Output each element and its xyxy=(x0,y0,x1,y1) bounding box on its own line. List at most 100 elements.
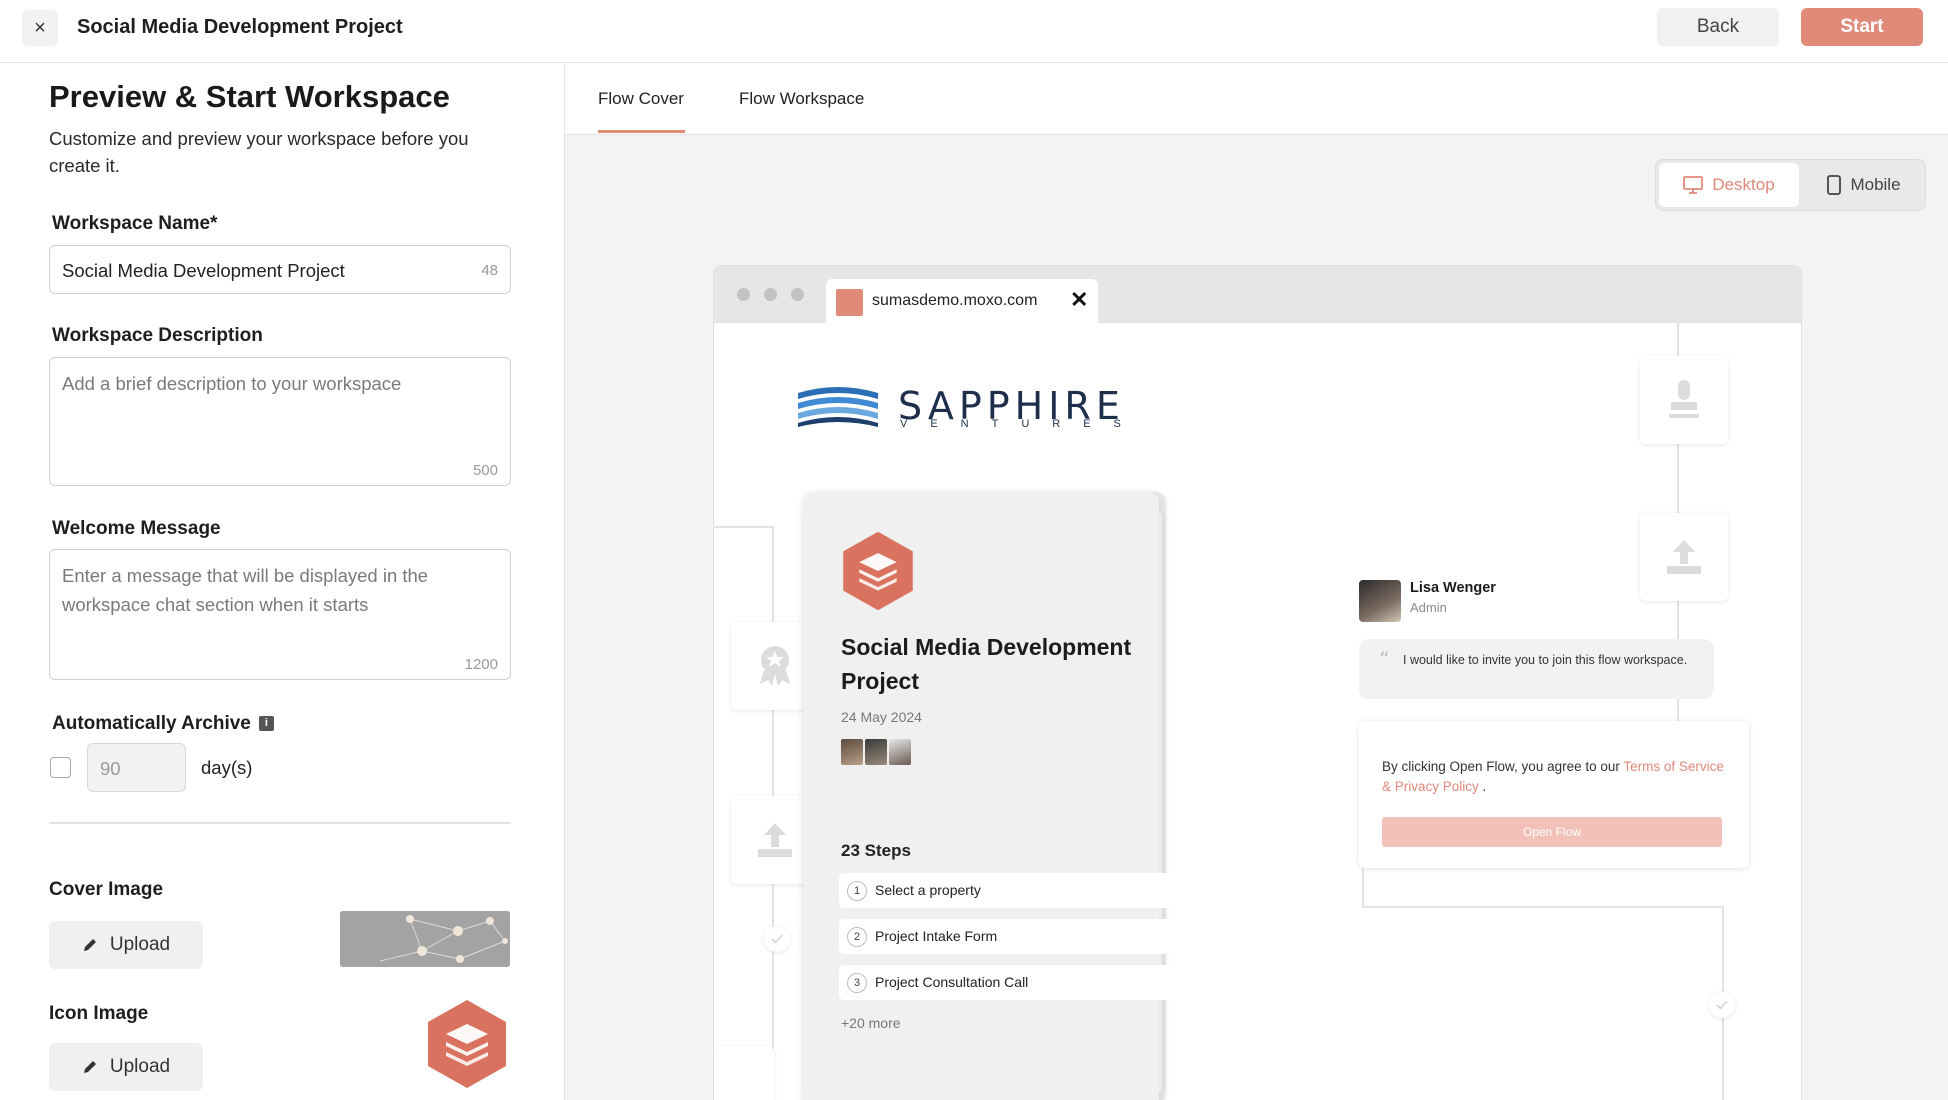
step-number: 2 xyxy=(847,927,867,947)
preview-tabs: Flow Cover Flow Workspace xyxy=(565,63,1948,135)
avatar xyxy=(841,739,863,765)
flow-connector xyxy=(714,526,774,528)
ghost-step-card xyxy=(1640,513,1728,601)
cover-image-thumbnail xyxy=(340,911,510,967)
invite-message-bubble: “ I would like to invite you to join thi… xyxy=(1359,639,1714,699)
auto-archive-checkbox[interactable] xyxy=(50,757,71,778)
logo-subtitle: VENTURES xyxy=(900,418,1144,430)
member-avatars xyxy=(841,739,913,765)
icon-image-label: Icon Image xyxy=(49,1003,149,1024)
workspace-icon xyxy=(428,1000,506,1088)
window-dot xyxy=(791,288,804,301)
icon-upload-button[interactable]: Upload xyxy=(49,1043,203,1091)
stamp-icon xyxy=(1669,380,1699,418)
window-dot xyxy=(737,288,750,301)
workspace-icon xyxy=(843,531,913,611)
browser-bar: sumasdemo.moxo.com ✕ xyxy=(714,266,1801,323)
upload-icon xyxy=(758,823,792,857)
view-toggle: Desktop Mobile xyxy=(1655,159,1926,211)
step-item: 2 Project Intake Form xyxy=(839,919,1199,954)
tab-flow-cover[interactable]: Flow Cover xyxy=(598,89,684,109)
welcome-message-label: Welcome Message xyxy=(52,518,221,539)
step-number: 1 xyxy=(847,881,867,901)
terms-suffix: . xyxy=(1478,779,1487,794)
step-item: 3 Project Consultation Call xyxy=(839,965,1199,1000)
step-number: 3 xyxy=(847,973,867,993)
avatar xyxy=(865,739,887,765)
terms-card: By clicking Open Flow, you agree to our … xyxy=(1359,721,1749,868)
invite-message: I would like to invite you to join this … xyxy=(1403,653,1688,667)
step-label: Project Consultation Call xyxy=(875,974,1029,990)
desktop-icon xyxy=(1683,176,1704,194)
pencil-icon xyxy=(83,939,96,951)
workspace-description-label: Workspace Description xyxy=(52,325,263,346)
workspace-description-textarea[interactable]: Add a brief description to your workspac… xyxy=(49,357,511,486)
network-image xyxy=(340,911,510,967)
cover-title: Social Media Development Project xyxy=(841,634,1132,694)
ghost-step-card xyxy=(1640,356,1728,444)
info-icon[interactable]: i xyxy=(258,716,274,732)
terms-prefix: By clicking Open Flow, you agree to our xyxy=(1382,759,1624,774)
auto-archive-label: Automatically Archive i xyxy=(52,713,274,735)
workspace-description-counter: 500 xyxy=(472,462,498,479)
check-icon xyxy=(1709,992,1735,1018)
favicon xyxy=(836,289,863,316)
browser-tab-close-icon: ✕ xyxy=(1070,287,1089,312)
flow-connector xyxy=(1362,866,1364,906)
more-steps: +20 more xyxy=(841,1015,901,1031)
steps-count: 23 Steps xyxy=(841,841,911,860)
cover-upload-label: Upload xyxy=(109,934,171,955)
inviter-role: Admin xyxy=(1410,600,1447,615)
welcome-message-placeholder: Enter a message that will be displayed i… xyxy=(62,565,429,615)
start-button[interactable]: Start xyxy=(1801,8,1923,46)
window-dot xyxy=(764,288,777,301)
settings-panel: Preview & Start Workspace Customize and … xyxy=(0,63,565,1100)
workspace-name-label: Workspace Name* xyxy=(52,213,218,234)
welcome-message-textarea[interactable]: Enter a message that will be displayed i… xyxy=(49,549,511,680)
archive-days-input[interactable]: 90 xyxy=(87,743,186,792)
workspace-description-placeholder: Add a brief description to your workspac… xyxy=(62,373,402,394)
active-tab-indicator xyxy=(598,130,685,133)
top-bar: × Social Media Development Project Back … xyxy=(0,0,1948,63)
divider xyxy=(49,822,511,824)
mobile-toggle-label: Mobile xyxy=(1850,175,1901,194)
archive-days-value: 90 xyxy=(100,758,121,779)
browser-tab-url: sumasdemo.moxo.com xyxy=(872,292,1038,309)
step-item: 1 Select a property xyxy=(839,873,1199,908)
mobile-icon xyxy=(1827,175,1842,195)
preview-panel: Flow Cover Flow Workspace Desktop Mobile… xyxy=(565,63,1948,1100)
sapphire-logo-icon xyxy=(798,387,878,427)
desktop-toggle-button[interactable]: Desktop xyxy=(1659,163,1799,207)
pencil-icon xyxy=(83,1061,96,1073)
back-button[interactable]: Back xyxy=(1657,8,1779,46)
panel-subtitle: Customize and preview your workspace bef… xyxy=(49,128,469,176)
check-icon xyxy=(764,926,790,952)
step-label: Select a property xyxy=(875,882,981,898)
flow-cover-card: Social Media Development Project 24 May … xyxy=(803,492,1199,1100)
tab-flow-workspace[interactable]: Flow Workspace xyxy=(739,89,864,109)
panel-title: Preview & Start Workspace xyxy=(49,79,450,114)
quote-icon: “ xyxy=(1379,647,1390,671)
cover-upload-button[interactable]: Upload xyxy=(49,921,203,969)
browser-preview: sumasdemo.moxo.com ✕ SAPPHIRE VENTURES S… xyxy=(714,266,1801,1100)
desktop-toggle-label: Desktop xyxy=(1712,175,1775,194)
auto-archive-label-text: Automatically Archive xyxy=(52,713,251,734)
flow-connector xyxy=(1362,906,1722,908)
browser-tab: sumasdemo.moxo.com ✕ xyxy=(826,279,1098,323)
workspace-name-counter: 48 xyxy=(481,262,498,279)
cover-image-label: Cover Image xyxy=(49,879,164,900)
workspace-name-input[interactable]: Social Media Development Project 48 xyxy=(49,245,511,294)
avatar xyxy=(889,739,911,765)
mobile-toggle-button[interactable]: Mobile xyxy=(1804,163,1924,207)
welcome-message-counter: 1200 xyxy=(464,656,498,673)
upload-icon xyxy=(1667,540,1701,574)
avatar xyxy=(1359,580,1401,622)
award-icon xyxy=(760,646,790,686)
page-title: Social Media Development Project xyxy=(77,16,403,38)
step-label: Project Intake Form xyxy=(875,928,998,944)
cover-date: 24 May 2024 xyxy=(841,709,922,725)
inviter-name: Lisa Wenger xyxy=(1410,580,1496,596)
workspace-name-value: Social Media Development Project xyxy=(62,260,345,281)
close-button[interactable]: × xyxy=(22,10,58,46)
open-flow-button[interactable]: Open Flow xyxy=(1382,817,1722,847)
